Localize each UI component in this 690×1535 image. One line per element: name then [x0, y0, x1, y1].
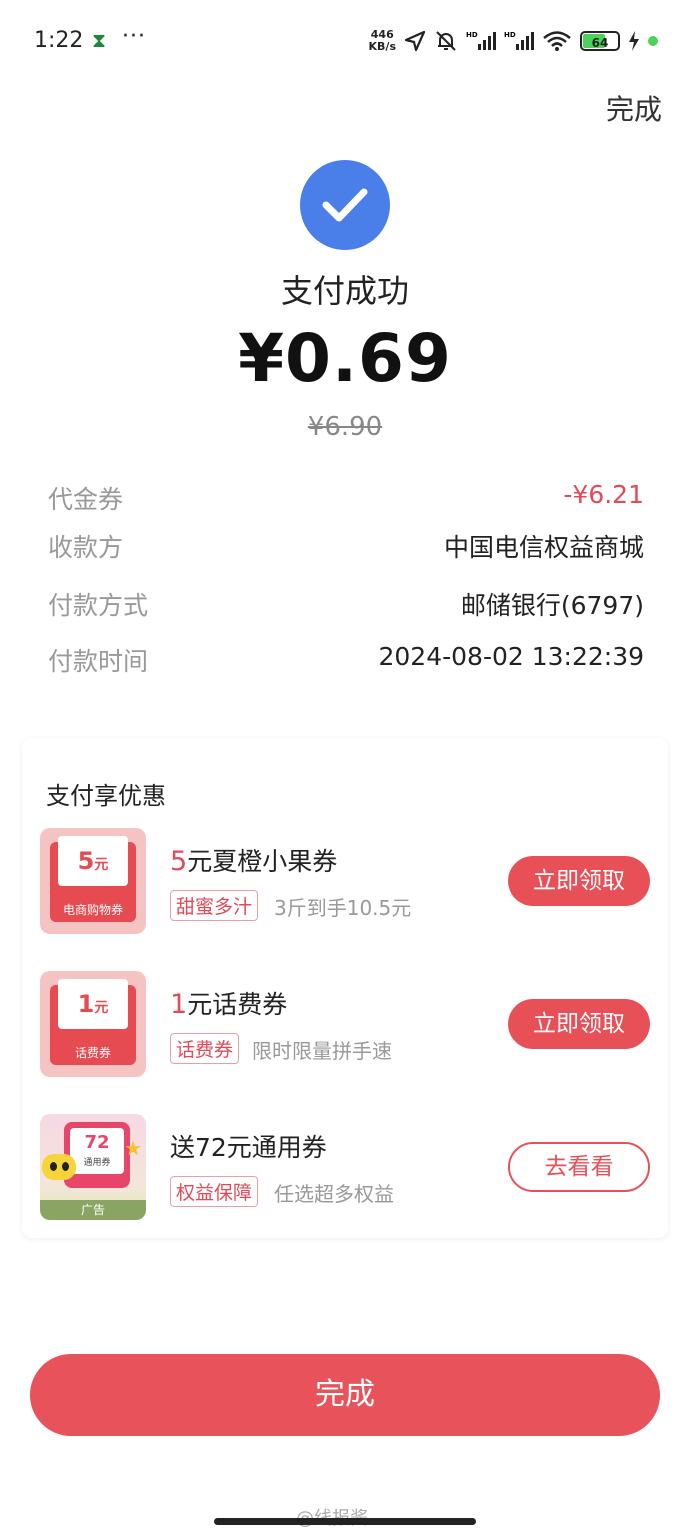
location-icon — [404, 30, 426, 52]
offer-title: 5元夏橙小果券 — [170, 846, 338, 877]
battery-icon: 64 — [580, 31, 620, 51]
payment-status-title: 支付成功 — [280, 272, 409, 310]
offer-tag: 权益保障 — [170, 1176, 259, 1207]
mute-bell-icon — [436, 31, 456, 51]
claim-button[interactable]: 立即领取 — [508, 999, 650, 1049]
offer-item[interactable]: 1元 话费券 1元话费券 话费券 限时限量拼手速 立即领取 — [22, 971, 668, 1081]
star-icon: ★ — [124, 1136, 142, 1160]
promo-title: 支付享优惠 — [46, 782, 166, 810]
ad-label: 广告 — [40, 1200, 146, 1220]
detail-value: 2024-08-02 13:22:39 — [378, 642, 644, 671]
view-button[interactable]: 去看看 — [508, 1142, 650, 1192]
done-button[interactable]: 完成 — [30, 1354, 660, 1436]
network-speed: 446 KB/s — [368, 28, 396, 53]
mascot-icon — [42, 1154, 76, 1180]
detail-value: 邮储银行(6797) — [460, 591, 644, 620]
wifi-icon — [543, 31, 571, 51]
paid-amount: ¥0.69 — [238, 320, 452, 397]
detail-value: 中国电信权益商城 — [443, 533, 644, 562]
offer-subtitle: 3斤到手10.5元 — [274, 896, 412, 920]
status-time: 1:22 — [34, 28, 84, 53]
svg-text:HD: HD — [504, 31, 516, 39]
coupon-thumbnail: 1元 话费券 — [40, 971, 146, 1077]
offer-item[interactable]: 72 通用券 ★ 广告 送72元通用券 权益保障 任选超多权益 去看看 — [22, 1114, 668, 1224]
privacy-indicator-icon — [648, 36, 658, 46]
offer-title: 送72元通用券 — [170, 1133, 327, 1162]
status-icons: 446 KB/s HD HD 64 — [369, 26, 658, 56]
signal-icon-2: HD — [504, 31, 534, 50]
top-done-button[interactable]: 完成 — [606, 88, 662, 128]
detail-label: 付款方式 — [48, 591, 149, 620]
success-check-icon — [300, 160, 390, 250]
china-post-icon: ⧗ — [92, 28, 107, 52]
watermark: @线报酱 — [296, 1504, 368, 1530]
signal-icon-1: HD — [466, 31, 496, 50]
more-notifications-icon: ··· — [122, 24, 146, 49]
detail-value: -¥6.21 — [563, 480, 644, 509]
offer-tag: 话费券 — [170, 1033, 240, 1064]
detail-label: 代金券 — [48, 485, 124, 514]
coupon-thumbnail: 5元 电商购物券 — [40, 828, 146, 934]
claim-button[interactable]: 立即领取 — [508, 856, 650, 906]
original-amount: ¥6.90 — [307, 412, 383, 442]
offer-item[interactable]: 5元 电商购物券 5元夏橙小果券 甜蜜多汁 3斤到手10.5元 立即领取 — [22, 828, 668, 938]
charging-icon — [629, 31, 639, 51]
offer-subtitle: 任选超多权益 — [274, 1182, 394, 1206]
promo-card: 支付享优惠 5元 电商购物券 5元夏橙小果券 甜蜜多汁 3斤到手10.5元 立即… — [22, 738, 668, 1238]
svg-text:HD: HD — [466, 31, 478, 39]
detail-label: 付款时间 — [48, 647, 149, 676]
status-bar: 1:22 ⧗ ··· 446 KB/s HD HD 64 — [0, 0, 690, 80]
offer-tag: 甜蜜多汁 — [170, 890, 259, 921]
detail-label: 收款方 — [48, 533, 124, 562]
offer-subtitle: 限时限量拼手速 — [252, 1039, 392, 1063]
home-indicator[interactable] — [214, 1518, 476, 1525]
offer-title: 1元话费券 — [170, 989, 288, 1020]
ad-thumbnail: 72 通用券 ★ 广告 — [40, 1114, 146, 1220]
